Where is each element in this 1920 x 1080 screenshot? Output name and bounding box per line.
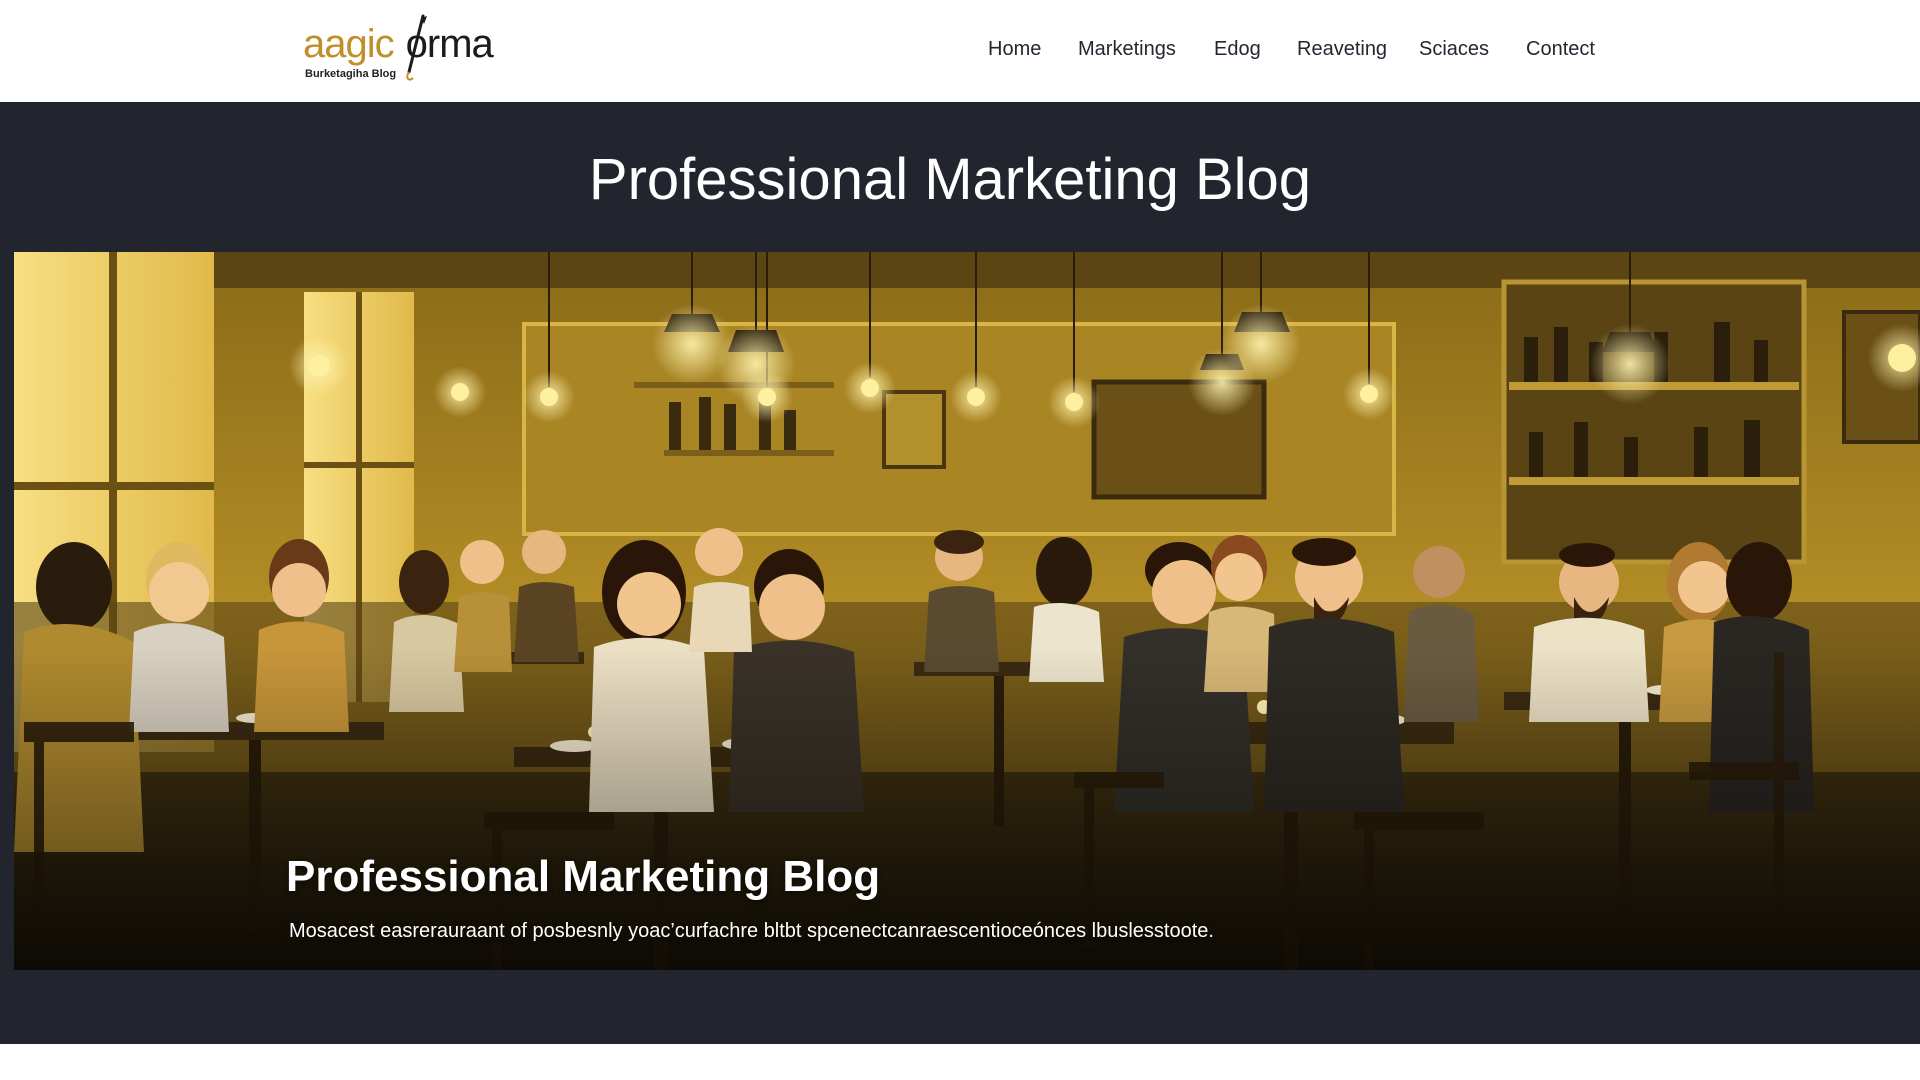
nav-item-edog[interactable]: Edog: [1214, 38, 1261, 61]
nav-item-sciaces[interactable]: Sciaces: [1419, 38, 1489, 61]
footer-strip: [0, 1044, 1920, 1080]
site-header: aagic orma Burketagiha Blog Home Marketin…: [0, 0, 1920, 102]
hero-description: Mosacest easrerauraant of posbesnly yoac…: [289, 920, 1214, 942]
hero-title: Professional Marketing Blog: [286, 852, 881, 901]
page-title: Professional Marketing Blog: [588, 147, 1312, 212]
nav-item-home[interactable]: Home: [988, 38, 1041, 61]
logo-tagline: Burketagiha Blog: [305, 68, 397, 80]
nav-item-reaveting[interactable]: Reaveting: [1297, 38, 1387, 61]
nav-item-marketings[interactable]: Marketings: [1078, 38, 1176, 61]
nav-item-contect[interactable]: Contect: [1526, 38, 1595, 61]
main-nav: Home Marketings Edog Reaveting Sciaces C…: [0, 38, 1920, 68]
